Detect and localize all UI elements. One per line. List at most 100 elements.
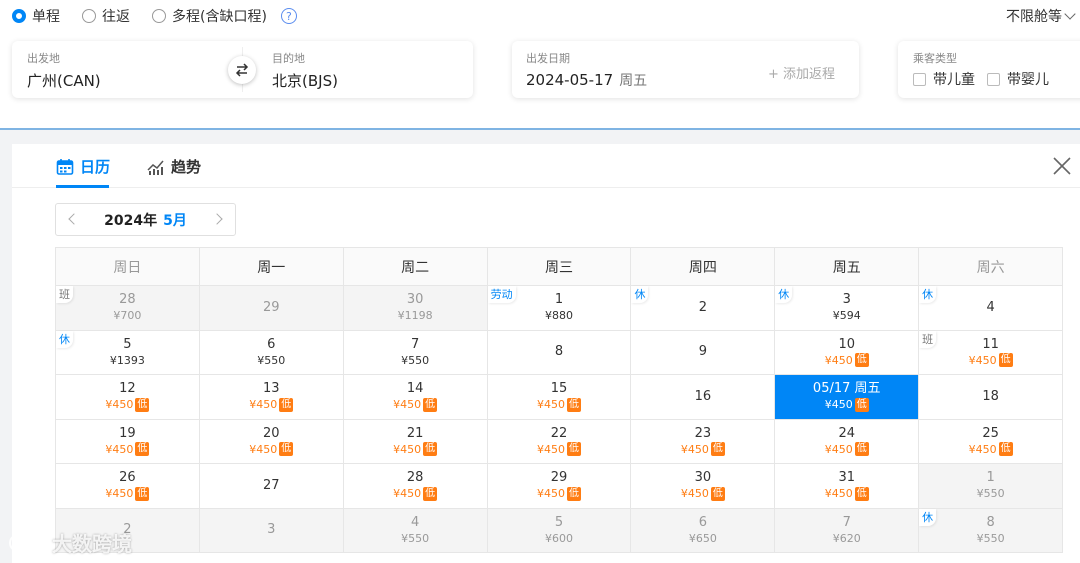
day-number: 26 xyxy=(119,470,136,486)
day-number: 14 xyxy=(406,381,424,397)
day-price: ¥620 xyxy=(833,531,861,546)
radio-multi-city[interactable]: 多程(含缺口程) xyxy=(152,6,267,26)
calendar-day[interactable]: 班 28 ¥700 xyxy=(56,286,200,331)
calendar-day[interactable]: 休 3 ¥594 xyxy=(775,286,920,331)
radio-round-trip[interactable]: 往返 xyxy=(82,6,130,26)
calendar-day[interactable]: 7 ¥550 xyxy=(343,330,488,375)
calendar-day[interactable]: 8 xyxy=(487,330,632,375)
calendar-day[interactable]: 劳动 1 ¥880 xyxy=(487,286,632,331)
day-number: 12 xyxy=(119,381,136,397)
low-price-tag: 低 xyxy=(567,486,581,501)
calendar-day[interactable]: 16 xyxy=(631,375,776,420)
calendar-day[interactable]: 14 ¥450 低 xyxy=(343,375,488,420)
day-price: ¥450 低 xyxy=(105,442,150,457)
calendar-day[interactable]: 24 ¥450 低 xyxy=(775,419,920,464)
day-number: 25 xyxy=(982,425,999,441)
calendar-day-selected[interactable]: 05/17 周五 ¥450 低 xyxy=(775,375,920,420)
calendar-day[interactable]: 6 ¥550 xyxy=(199,330,344,375)
chevron-down-icon xyxy=(1064,8,1076,20)
month-label: 5月 xyxy=(163,212,187,229)
departure-date-field[interactable]: 出发日期 2024-05-17 周五 xyxy=(526,50,647,90)
with-infant-label: 带婴儿 xyxy=(1007,72,1049,88)
swap-button[interactable] xyxy=(228,56,256,84)
day-price-value: ¥450 xyxy=(249,442,278,456)
calendar-day[interactable]: 6 ¥650 xyxy=(631,508,776,553)
day-price: ¥550 xyxy=(257,353,285,368)
calendar-day[interactable]: 3 xyxy=(199,508,344,553)
calendar-day[interactable]: 4 ¥550 xyxy=(343,508,488,553)
calendar-day[interactable]: 28 ¥450 低 xyxy=(343,464,488,509)
with-child-checkbox[interactable]: 带儿童 xyxy=(913,69,975,89)
day-number: 31 xyxy=(838,470,855,486)
calendar-day[interactable]: 20 ¥450 低 xyxy=(199,419,344,464)
day-price: ¥1198 xyxy=(398,308,433,323)
day-price-value: ¥650 xyxy=(688,531,717,545)
calendar-day[interactable]: 22 ¥450 低 xyxy=(487,419,632,464)
calendar-tabs: 日历 趋势 xyxy=(12,144,1080,188)
radio-label: 单程 xyxy=(32,9,60,25)
day-price: ¥450 低 xyxy=(249,442,294,457)
calendar-day[interactable]: 18 xyxy=(919,375,1064,420)
tab-trend[interactable]: 趋势 xyxy=(147,156,201,177)
day-number: 16 xyxy=(694,388,712,404)
low-price-tag: 低 xyxy=(567,442,581,457)
calendar-day[interactable]: 休4 xyxy=(919,286,1064,331)
calendar-day[interactable]: 29 ¥450 低 xyxy=(487,464,632,509)
day-price: ¥450 低 xyxy=(969,442,1013,457)
calendar-week-row: 19 ¥450 低 20 ¥450 低 21 ¥450 低 22 ¥450 低 23 ¥450 低 24 ¥45… xyxy=(56,419,1064,464)
day-number: 23 xyxy=(694,425,712,441)
day-price-value: ¥450 xyxy=(393,398,422,412)
cabin-class-select[interactable]: 不限舱等 xyxy=(1006,6,1076,26)
calendar-day[interactable]: 23 ¥450 低 xyxy=(631,419,776,464)
low-price-tag: 低 xyxy=(854,442,869,457)
day-price: ¥600 xyxy=(545,531,573,546)
calendar-day[interactable]: 21 ¥450 低 xyxy=(343,419,488,464)
calendar-day[interactable]: 26 ¥450 低 xyxy=(56,464,200,509)
day-number: 10 xyxy=(838,336,855,352)
low-price-tag: 低 xyxy=(854,486,869,501)
calendar-day[interactable]: 31 ¥450 低 xyxy=(775,464,920,509)
calendar-day[interactable]: 25 ¥450 低 xyxy=(919,419,1064,464)
low-price-tag: 低 xyxy=(135,442,150,457)
low-price-tag: 低 xyxy=(423,486,438,501)
calendar-day[interactable]: 休 8 ¥550 xyxy=(919,508,1064,553)
calendar-day[interactable]: 13 ¥450 低 xyxy=(199,375,344,420)
calendar-day[interactable]: 休2 xyxy=(631,286,776,331)
calendar-day[interactable]: 7 ¥620 xyxy=(775,508,920,553)
calendar-day[interactable]: 5 ¥600 xyxy=(487,508,632,553)
calendar-day[interactable]: 12 ¥450 低 xyxy=(56,375,200,420)
calendar-day[interactable]: 30 ¥1198 xyxy=(343,286,488,331)
with-infant-checkbox[interactable]: 带婴儿 xyxy=(987,69,1049,89)
chevron-right-icon[interactable] xyxy=(211,213,223,225)
calendar-day[interactable]: 15 ¥450 低 xyxy=(487,375,632,420)
departure-date-label: 出发日期 xyxy=(526,52,570,65)
calendar-day[interactable]: 9 xyxy=(631,330,776,375)
calendar-day[interactable]: 29 xyxy=(199,286,344,331)
calendar-panel: 日历 趋势 2024年 5月 周日 周一 周二 周三 周四 周五 周六 班 28 ¥700 29 3… xyxy=(12,144,1080,563)
calendar-day[interactable]: 1 ¥550 xyxy=(919,464,1064,509)
destination-field[interactable]: 目的地 北京(BJS) xyxy=(272,50,338,91)
watermark-text: 大数跨境 xyxy=(52,532,132,556)
close-icon[interactable] xyxy=(1052,156,1072,176)
chevron-left-icon[interactable] xyxy=(68,213,80,225)
day-price-value: ¥450 xyxy=(537,398,565,412)
calendar-day[interactable]: 10 ¥450 低 xyxy=(775,330,920,375)
day-price-value: ¥450 xyxy=(968,353,997,367)
watermark: 大数跨境 xyxy=(8,528,132,557)
calendar-day[interactable]: 班 11 ¥450 低 xyxy=(919,330,1064,375)
add-return-button[interactable]: + 添加返程 xyxy=(768,63,835,82)
low-price-tag: 低 xyxy=(710,442,725,457)
calendar-day[interactable]: 30 ¥450 低 xyxy=(631,464,776,509)
checkbox-box xyxy=(987,72,1000,86)
day-number: 5 xyxy=(123,336,132,352)
radio-one-way[interactable]: 单程 xyxy=(12,6,60,26)
help-icon[interactable]: ? xyxy=(280,8,297,24)
tab-calendar[interactable]: 日历 xyxy=(56,156,110,177)
origin-field[interactable]: 出发地 广州(CAN) xyxy=(27,50,101,91)
calendar-day[interactable]: 27 xyxy=(199,464,344,509)
day-price-value: ¥450 xyxy=(968,442,997,456)
calendar-day[interactable]: 休 5 ¥1393 xyxy=(56,330,200,375)
day-number: 8 xyxy=(554,344,564,360)
calendar-day[interactable]: 19 ¥450 低 xyxy=(56,419,200,464)
day-price: ¥450 低 xyxy=(105,397,150,412)
